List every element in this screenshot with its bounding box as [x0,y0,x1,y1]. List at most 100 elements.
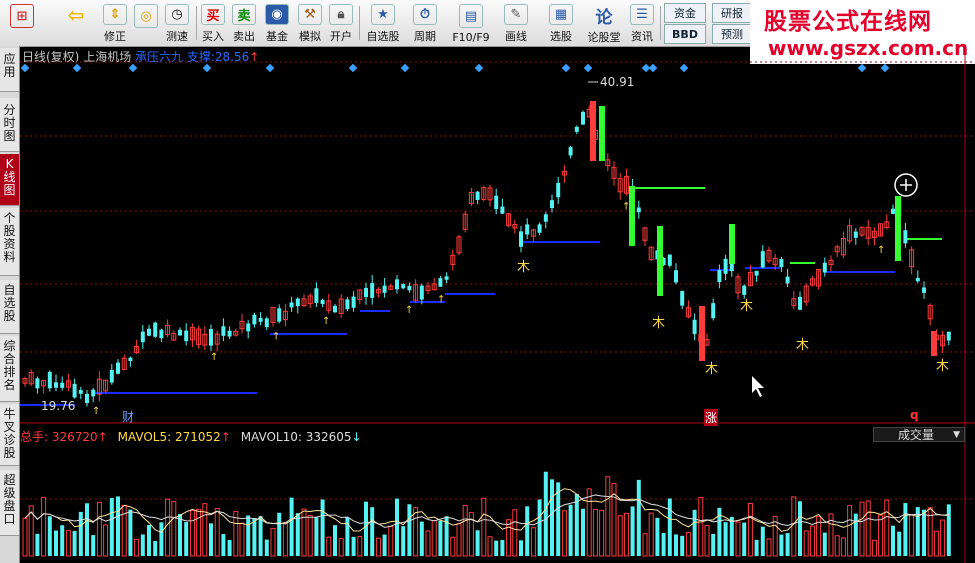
mavol10-arrow: ↓ [351,430,362,444]
low-price-label: 19.76 [41,399,76,413]
sidebar-item-watchlist[interactable]: 自选股 [0,280,19,334]
back-button[interactable]: ⇦ [58,2,94,44]
select-stock-icon: ▦ [549,4,573,25]
up-down-icon: ⇕ [103,4,127,25]
candle-body [891,208,895,214]
forum-label: 论股堂 [587,31,621,44]
speed-test-button-2[interactable]: ◷ 测速 [162,2,192,44]
fix-button[interactable]: ⇕ 修正 [100,2,130,44]
signal-diamond [474,63,484,73]
ad-title: 股票公式在线网 [764,9,932,35]
volume-bar [878,514,884,557]
volume-bar [388,525,394,557]
volume-bar [592,508,598,557]
fund-flow-button[interactable]: 资金 [664,3,706,23]
volume-bar [561,510,567,557]
volume-bar [822,532,827,556]
candle-body [153,322,158,337]
simulate-button[interactable]: ⚒ 模拟 [296,2,324,44]
forum-button[interactable]: 论 论股堂 [586,2,622,45]
volume-bar [698,496,704,557]
volume-bar [692,509,697,556]
buy-icon: 买 [201,4,225,25]
bbd-button[interactable]: BBD [664,24,706,44]
volume-bar [903,503,908,556]
q-marker[interactable]: q [910,408,919,422]
sidebar-item-label: 分时图 [3,103,16,143]
up-arrow-signal: ↑ [92,406,100,417]
sidebar-item-order-book[interactable]: 超级盘口 [0,470,19,536]
candle-body [717,270,722,283]
volume-bar [96,501,102,557]
volume-bar [357,536,363,557]
total-volume-arrow: ↑ [97,430,108,444]
candle-body [946,331,951,341]
candle-body [370,283,375,298]
watchlist-button[interactable]: ★ 自选股 [363,2,403,44]
up-arrow-signal: ↑ [210,352,218,363]
sidebar-item-apps[interactable]: 应用 [0,48,19,92]
sidebar-item-label: 个股资料 [3,211,16,264]
candle-body [692,319,697,334]
forecast-button[interactable]: 预测 [712,24,752,44]
volume-bar [599,509,605,557]
fund-button[interactable]: ◉ 基金 [263,2,291,44]
volume-bar [581,508,585,556]
volume-bar [407,504,412,556]
up-arrow-signal: ↑ [405,305,413,316]
volume-bar [617,515,623,557]
sidebar-item-kline[interactable]: K线图 [0,154,19,206]
draw-line-button[interactable]: ✎ 画线 [498,2,534,44]
volume-bar [401,526,406,556]
research-button[interactable]: 研报 [712,3,752,23]
clock-icon: ◷ [165,4,189,25]
f10-button[interactable]: ▤ F10/F9 [449,2,493,44]
volume-bar [519,540,523,556]
bbd-label: BBD [672,27,698,41]
buy-button[interactable]: 买 买入 [200,2,226,44]
kline-chart[interactable]: 木木木木木木↑↑↑↑↑↑↑↑ [20,46,975,563]
app-logo-button[interactable]: ⊞ [2,2,42,44]
sidebar-item-ranking[interactable]: 综合排名 [0,336,19,402]
sidebar-item-intraday[interactable]: 分时图 [0,98,19,152]
up-arrow-signal: ↑ [877,245,885,256]
volume-bar [506,519,512,557]
signal-diamond [679,63,689,73]
research-label: 研报 [721,7,743,20]
candle-body [475,191,480,200]
news-button[interactable]: ☰ 资讯 [628,2,656,44]
volume-bar [735,521,741,557]
sell-button[interactable]: 卖 卖出 [231,2,257,44]
volume-bar [933,530,939,557]
candle-body [184,330,189,342]
candle-body [314,288,319,303]
candle-body [35,378,40,389]
volume-bar [711,533,716,556]
volume-bar [680,535,685,556]
mavol5-label: MAVOL5: 271052 [117,430,221,444]
volume-bar [351,536,356,556]
open-account-button[interactable]: 🔒︎ 开户 [327,2,355,44]
volume-bar [462,504,468,557]
finance-marker[interactable]: 财 [122,408,134,425]
select-stock-button[interactable]: ▦ 选股 [541,2,581,44]
volume-bar [413,507,419,557]
volume-bar [729,516,734,556]
total-volume-label: 总手: 326720 [20,430,98,444]
volume-bar [109,497,114,556]
period-button[interactable]: ⏱︎ 周期 [407,2,443,44]
volume-bar [704,525,710,557]
sidebar-item-diagnosis[interactable]: 牛叉诊股 [0,404,19,466]
candle-body [382,285,387,293]
news-label: 资讯 [631,30,653,43]
volume-bar [85,503,89,556]
speed-test-button[interactable]: ◎ [132,2,160,44]
volume-bar [395,498,399,556]
indicator-select[interactable]: 成交量 ▼ [873,427,965,442]
volume-bar [128,509,133,556]
limit-up-marker[interactable]: 涨 [704,409,719,426]
volume-bar [171,500,177,557]
sidebar-item-stock-info[interactable]: 个股资料 [0,208,19,276]
volume-bar [41,496,47,557]
volume-bar [897,531,902,556]
